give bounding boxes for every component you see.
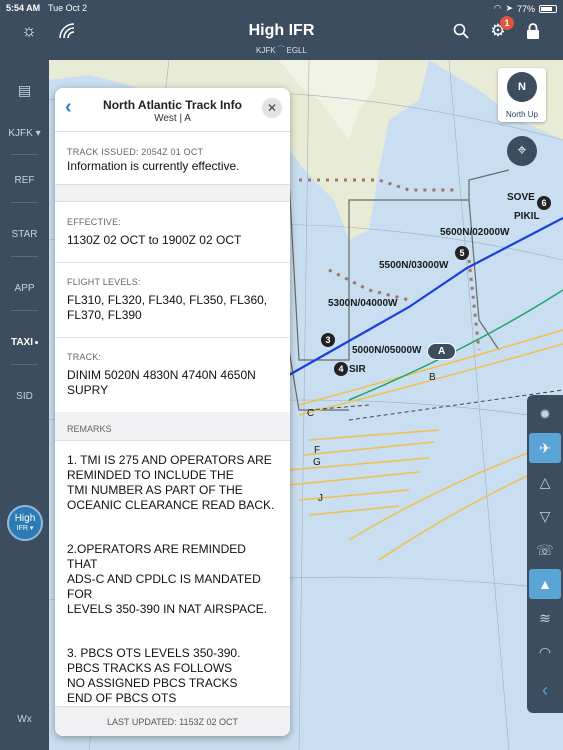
waypoint-5300n04000w[interactable]: 5300N/04000W xyxy=(328,298,398,309)
documents-icon[interactable]: ▤ xyxy=(0,82,49,99)
layer-route-icon[interactable]: ✈ xyxy=(529,433,561,463)
remark-1: 1. TMI IS 275 AND OPERATORS ARE REMINDED… xyxy=(67,453,275,512)
marker-3[interactable]: 3 xyxy=(321,333,335,347)
chart-type-title: High xyxy=(14,513,36,524)
divider xyxy=(11,364,38,365)
compass-icon: N xyxy=(507,72,537,102)
remarks-header: REMARKS xyxy=(55,412,290,441)
page-title: High IFR xyxy=(248,22,315,39)
location-icon: ➤ xyxy=(505,3,513,13)
layer-shield-icon[interactable]: ▽ xyxy=(529,501,561,531)
marker-6[interactable]: 6 xyxy=(537,196,551,210)
status-time: 5:54 AM xyxy=(6,3,41,13)
effective-label: EFFECTIVE: xyxy=(67,217,122,227)
divider xyxy=(11,154,38,155)
sidebar-item-app[interactable]: APP xyxy=(0,283,49,294)
battery-percent: 77% xyxy=(516,3,535,14)
waypoint-pikil[interactable]: PIKIL xyxy=(514,211,540,222)
chart-type-sub: IFR ▾ xyxy=(16,525,34,532)
battery-icon xyxy=(539,4,557,13)
left-sidebar: ▤ KJFK ▾ REF STAR APP TAXI SID High IFR … xyxy=(0,60,49,750)
sidebar-item-taxi-label: TAXI xyxy=(10,337,34,348)
track-info-panel: ‹ North Atlantic Track Info West | A ✕ T… xyxy=(55,88,290,736)
track-letter-g: G xyxy=(313,457,321,468)
waypoint-sove[interactable]: SOVE xyxy=(507,192,535,203)
track-section: TRACK: DINIM 5020N 4830N 4740N 4650N SUP… xyxy=(55,338,290,412)
track-letter-c: C xyxy=(307,408,315,419)
layer-phone-icon[interactable]: ☏ xyxy=(529,535,561,565)
status-date: Tue Oct 2 xyxy=(48,3,88,13)
airport-selector[interactable]: KJFK ▾ xyxy=(0,128,49,139)
north-up-button[interactable]: N North Up xyxy=(498,68,546,122)
sidebar-item-ref[interactable]: REF xyxy=(0,175,49,186)
panel-header: ‹ North Atlantic Track Info West | A ✕ xyxy=(55,88,290,132)
section-gap xyxy=(55,184,290,202)
search-icon[interactable] xyxy=(450,20,472,42)
panel-title: North Atlantic Track Info xyxy=(103,98,242,112)
crosshair-icon[interactable]: ⌖ xyxy=(507,136,537,166)
map-tools-strip: ✹ ✈ △ ▽ ☏ ▲ ≋ ◠ ‹ xyxy=(527,395,563,713)
route-indicator[interactable]: KJFK ⁀ EGLL xyxy=(0,46,563,55)
effective-value: 1130Z 02 OCT to 1900Z 02 OCT xyxy=(67,233,242,247)
remark-3: 3. PBCS OTS LEVELS 350-390. PBCS TRACKS … xyxy=(67,646,241,705)
last-updated: LAST UPDATED: 1153Z 02 OCT xyxy=(55,706,290,736)
route-origin: KJFK xyxy=(256,46,276,55)
track-letter-b: B xyxy=(429,372,436,383)
route-destination: EGLL xyxy=(286,46,307,55)
waypoint-5000n05000w[interactable]: 5000N/05000W xyxy=(352,345,422,356)
track-value: DINIM 5020N 4830N 4740N 4650N SUPRY xyxy=(67,368,256,397)
sidebar-item-sid[interactable]: SID xyxy=(0,391,49,402)
notification-badge: 1 xyxy=(500,16,514,30)
layer-terrain-icon[interactable]: ▲ xyxy=(529,569,561,599)
sidebar-item-star[interactable]: STAR xyxy=(0,229,49,240)
marker-4[interactable]: 4 xyxy=(334,362,348,376)
sidebar-item-wx[interactable]: Wx xyxy=(0,714,49,725)
chart-type-button[interactable]: High IFR ▾ xyxy=(7,505,43,541)
flight-levels-label: FLIGHT LEVELS: xyxy=(67,277,141,287)
track-issued-section: TRACK ISSUED: 2054Z 01 OCT Information i… xyxy=(55,132,290,184)
flight-levels-section: FLIGHT LEVELS: FL310, FL320, FL340, FL35… xyxy=(55,263,290,338)
remark-2: 2.OPERATORS ARE REMINDED THAT ADS-C AND … xyxy=(67,542,268,616)
track-issued-value: Information is currently effective. xyxy=(67,159,240,173)
wifi-icon: ◠ xyxy=(493,3,502,13)
title-bar: 5:54 AM Tue Oct 2 ◠ ➤ 77% ☼ High IFR KJF… xyxy=(0,0,563,60)
status-bar: 5:54 AM Tue Oct 2 ◠ ➤ 77% xyxy=(0,0,563,16)
track-a-badge[interactable]: A xyxy=(427,343,457,360)
layer-sun-icon[interactable]: ✹ xyxy=(529,399,561,429)
close-icon[interactable]: ✕ xyxy=(262,98,282,118)
track-label: TRACK: xyxy=(67,352,102,362)
panel-subtitle: West | A xyxy=(154,113,191,124)
divider xyxy=(11,256,38,257)
track-issued-label: TRACK ISSUED: 2054Z 01 OCT xyxy=(67,147,204,157)
waypoint-sir[interactable]: SIR xyxy=(349,364,366,375)
status-right: ◠ ➤ 77% xyxy=(494,3,557,14)
track-letter-j: J xyxy=(318,493,323,504)
marker-5[interactable]: 5 xyxy=(455,246,469,260)
flight-levels-value: FL310, FL320, FL340, FL350, FL360, FL370… xyxy=(67,293,268,322)
effective-section: EFFECTIVE: 1130Z 02 OCT to 1900Z 02 OCT xyxy=(55,202,290,263)
collapse-chevron-icon[interactable]: ‹ xyxy=(529,675,561,705)
divider xyxy=(11,202,38,203)
lock-icon[interactable] xyxy=(522,20,544,42)
waypoint-5600n02000w[interactable]: 5600N/02000W xyxy=(440,227,510,238)
layer-dome-icon[interactable]: ◠ xyxy=(529,637,561,667)
active-dot xyxy=(35,340,39,344)
divider xyxy=(11,310,38,311)
waypoint-5500n03000w[interactable]: 5500N/03000W xyxy=(379,260,449,271)
sidebar-item-taxi[interactable]: TAXI xyxy=(0,337,49,348)
layer-triangle-icon[interactable]: △ xyxy=(529,467,561,497)
north-up-label: North Up xyxy=(505,110,538,119)
layer-weather-icon[interactable]: ≋ xyxy=(529,603,561,633)
gear-icon[interactable]: ⚙ 1 xyxy=(487,16,514,42)
track-letter-f: F xyxy=(314,445,321,456)
